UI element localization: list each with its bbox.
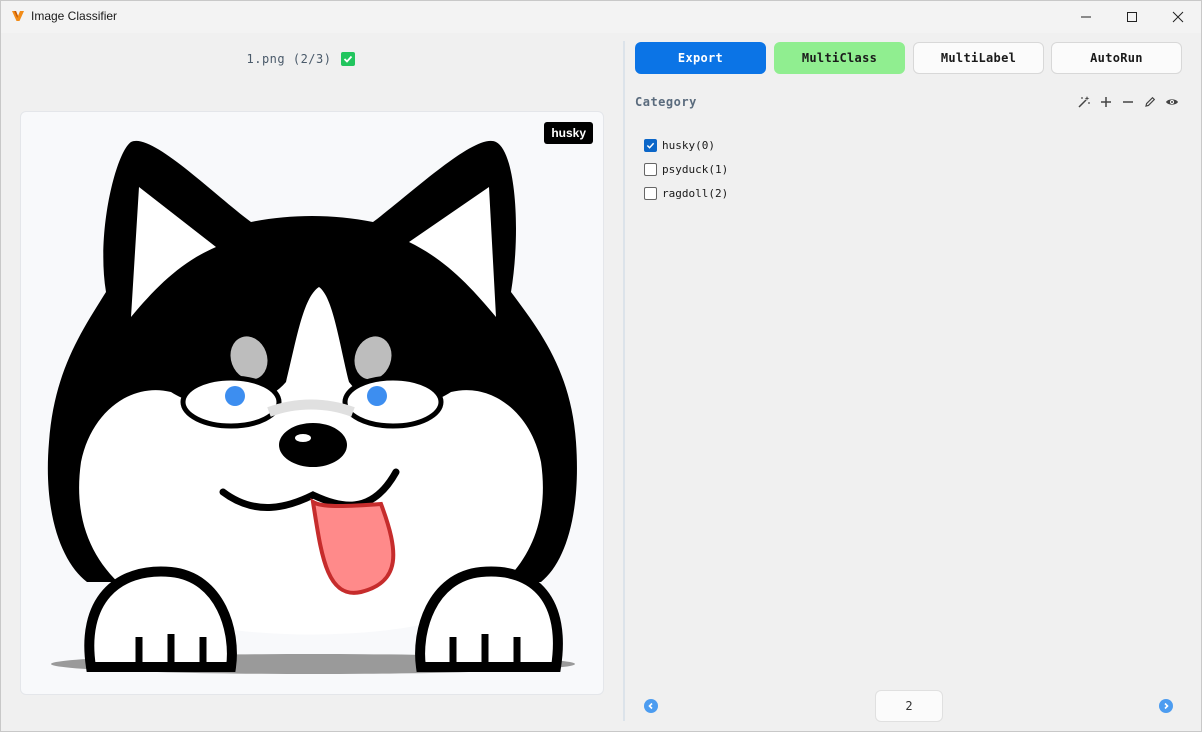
autorun-button[interactable]: AutoRun — [1051, 42, 1182, 74]
category-title: Category — [635, 95, 697, 109]
chevron-right-circle-icon[interactable] — [1159, 699, 1173, 713]
title-bar[interactable]: Image Classifier — [1, 1, 1201, 33]
prediction-badge: husky — [544, 122, 593, 144]
check-square-icon — [341, 52, 356, 66]
minus-icon[interactable] — [1121, 95, 1135, 109]
page-number-input[interactable] — [875, 690, 943, 722]
checkbox-ragdoll[interactable] — [644, 186, 657, 200]
category-item-husky[interactable]: husky(0) — [644, 133, 728, 157]
category-item-ragdoll[interactable]: ragdoll(2) — [644, 181, 728, 205]
image-preview[interactable]: husky — [20, 111, 604, 695]
maximize-icon — [1127, 12, 1137, 22]
close-button[interactable] — [1155, 1, 1201, 33]
export-button[interactable]: Export — [635, 42, 766, 74]
close-icon — [1172, 11, 1184, 23]
checkbox-husky[interactable] — [644, 138, 657, 152]
multilabel-button[interactable]: MultiLabel — [913, 42, 1044, 74]
minimize-button[interactable] — [1063, 1, 1109, 33]
category-toolbar — [1077, 95, 1179, 109]
category-label: ragdoll(2) — [662, 186, 729, 200]
checkbox-psyduck[interactable] — [644, 162, 657, 176]
chevron-left-circle-icon[interactable] — [644, 699, 658, 713]
category-label: husky(0) — [662, 138, 715, 152]
category-item-psyduck[interactable]: psyduck(1) — [644, 157, 728, 181]
plus-icon[interactable] — [1099, 95, 1113, 109]
category-label: psyduck(1) — [662, 162, 729, 176]
v-logo-icon — [12, 11, 24, 21]
maximize-button[interactable] — [1109, 1, 1155, 33]
multiclass-button[interactable]: MultiClass — [774, 42, 905, 74]
category-list: husky(0) psyduck(1) ragdoll(2) — [644, 133, 728, 205]
pane-splitter[interactable] — [623, 41, 625, 721]
minimize-icon — [1081, 16, 1091, 18]
window-title: Image Classifier — [31, 9, 118, 23]
pencil-icon[interactable] — [1143, 95, 1157, 109]
app-window: Image Classifier 1.png (2/3) husky Expor… — [0, 0, 1202, 732]
husky-image — [47, 140, 577, 674]
file-name: 1.png (2/3) — [246, 52, 332, 66]
file-label: 1.png (2/3) — [201, 49, 401, 69]
eye-icon[interactable] — [1165, 95, 1179, 109]
magic-wand-icon[interactable] — [1077, 95, 1091, 109]
